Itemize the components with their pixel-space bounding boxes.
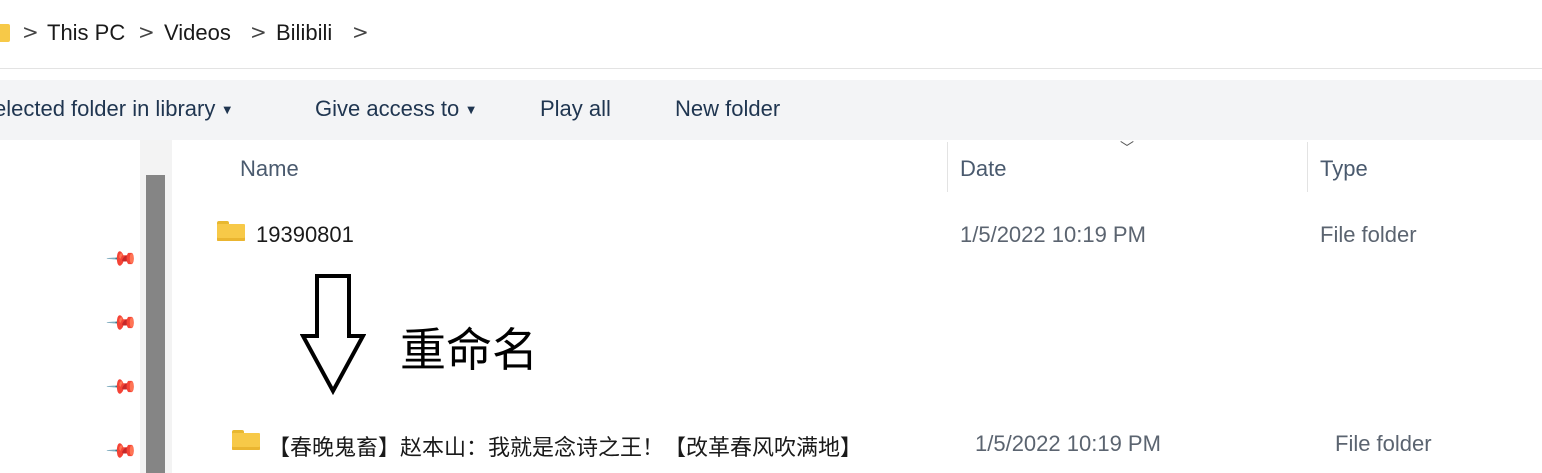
- rename-annotation: 重命名: [400, 323, 538, 377]
- down-arrow-icon: [300, 274, 366, 395]
- caret-down-icon: ▼: [467, 104, 475, 116]
- file-date: 1/5/2022 10:19 PM: [960, 222, 1146, 247]
- address-breadcrumb: > This PC > Videos > Bilibili >: [0, 0, 1542, 69]
- play-all-button[interactable]: Play all: [540, 96, 611, 122]
- column-divider[interactable]: [947, 142, 948, 192]
- pin-icon[interactable]: 📌: [105, 369, 140, 404]
- give-access-button[interactable]: Give access to ▼: [315, 96, 475, 122]
- column-header-date[interactable]: Date: [960, 156, 1006, 182]
- caret-down-icon: ▼: [223, 104, 232, 116]
- chevron-right-icon[interactable]: >: [250, 20, 267, 44]
- nav-scrollbar-thumb[interactable]: [146, 175, 165, 473]
- chevron-right-icon[interactable]: >: [352, 20, 369, 44]
- file-name[interactable]: 19390801: [256, 222, 354, 248]
- file-type: File folder: [1320, 222, 1417, 247]
- breadcrumb-this-pc[interactable]: This PC: [47, 20, 125, 46]
- folder-icon: [0, 24, 10, 42]
- new-folder-button[interactable]: New folder: [675, 96, 780, 122]
- file-name[interactable]: 【春晚鬼畜】赵本山：我就是念诗之王！【改革春风吹满地】: [268, 430, 862, 462]
- file-type: File folder: [1335, 431, 1432, 456]
- breadcrumb-bilibili[interactable]: Bilibili: [276, 20, 332, 46]
- pin-icon[interactable]: 📌: [105, 305, 140, 340]
- sort-chevron-icon: ﹀: [1120, 141, 1134, 157]
- include-in-library-button[interactable]: elected folder in library ▼: [0, 96, 231, 122]
- folder-icon: [232, 430, 260, 450]
- pin-icon[interactable]: 📌: [105, 433, 140, 468]
- column-header-name[interactable]: Name: [240, 156, 299, 182]
- chevron-right-icon[interactable]: >: [22, 20, 39, 44]
- file-date: 1/5/2022 10:19 PM: [975, 431, 1161, 456]
- column-divider[interactable]: [1307, 142, 1308, 192]
- chevron-right-icon[interactable]: >: [138, 20, 155, 44]
- folder-icon: [217, 221, 245, 241]
- include-in-library-label: elected folder in library: [0, 96, 216, 121]
- command-bar: elected folder in library ▼ Give access t…: [0, 80, 1542, 140]
- pin-icon[interactable]: 📌: [105, 241, 140, 276]
- column-header-type[interactable]: Type: [1320, 156, 1368, 182]
- breadcrumb-videos[interactable]: Videos: [164, 20, 231, 46]
- give-access-label: Give access to: [315, 96, 460, 121]
